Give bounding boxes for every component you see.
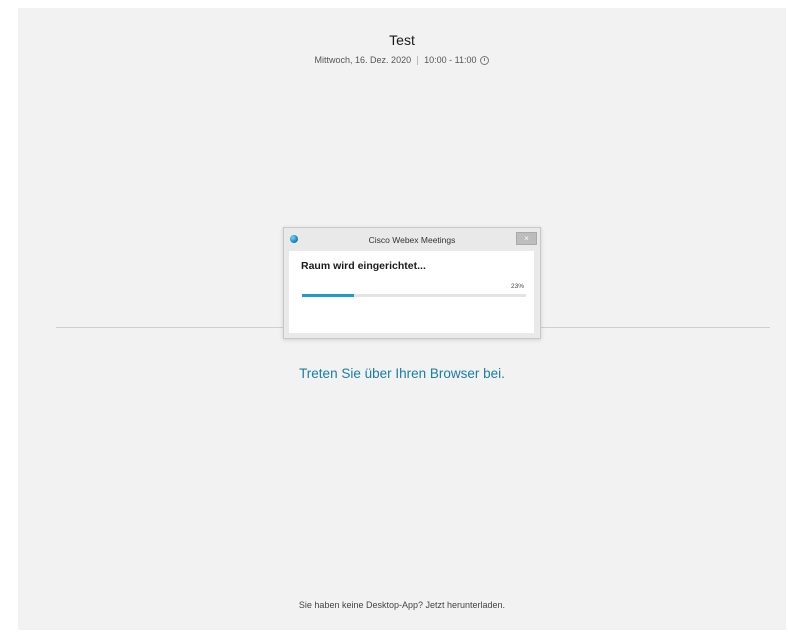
close-button[interactable]: ×	[516, 232, 537, 245]
dialog-title: Cisco Webex Meetings	[368, 235, 456, 245]
clock-icon	[480, 56, 490, 66]
download-desktop-app-link[interactable]: Sie haben keine Desktop-App? Jetzt herun…	[18, 600, 786, 610]
join-via-browser-link[interactable]: Treten Sie über Ihren Browser bei.	[18, 366, 786, 381]
webex-setup-dialog: Cisco Webex Meetings × Raum wird eingeri…	[283, 227, 541, 339]
meeting-time: 10:00 - 11:00	[424, 55, 477, 65]
meeting-schedule: Mittwoch, 16. Dez. 2020 10:00 - 11:00	[18, 55, 786, 66]
dialog-titlebar[interactable]: Cisco Webex Meetings ×	[284, 228, 540, 250]
progress-percent: 23%	[510, 283, 524, 290]
setup-status-text: Raum wird eingerichtet...	[301, 260, 426, 272]
progress-bar	[302, 294, 526, 297]
meeting-title: Test	[389, 32, 415, 48]
meta-divider	[417, 56, 419, 66]
meeting-date: Mittwoch, 16. Dez. 2020	[314, 55, 412, 65]
dialog-body: Raum wird eingerichtet... 23%	[289, 251, 534, 333]
progress-bar-fill	[302, 294, 354, 297]
